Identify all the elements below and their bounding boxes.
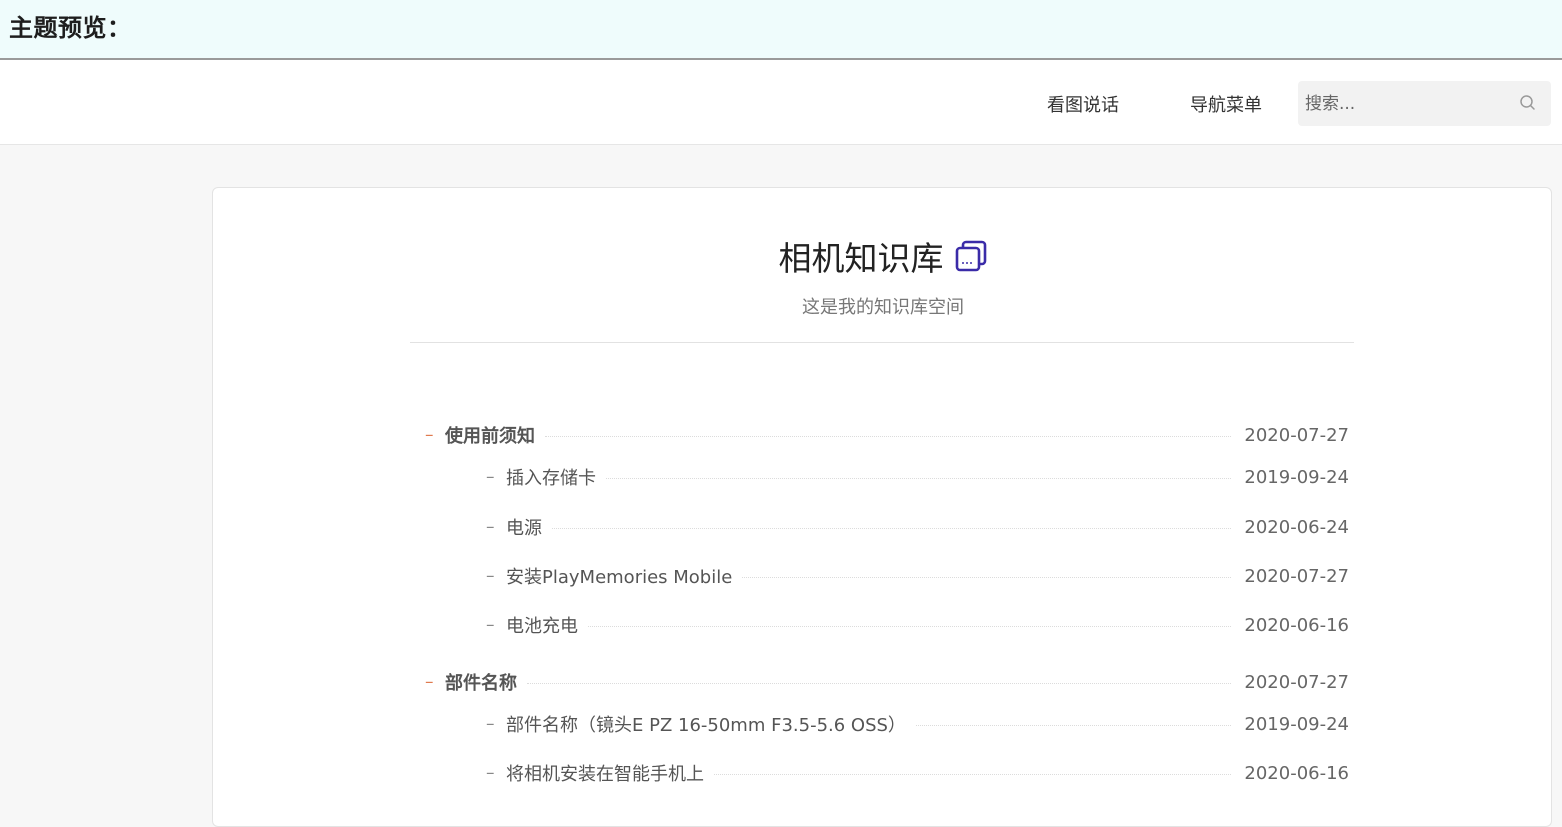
toc-item-date: 2019-09-24 [1244,466,1349,488]
search-input[interactable] [1298,81,1508,126]
toc-item[interactable]: – 插入存储卡 2019-09-24 [486,464,1349,490]
toc-item-date: 2019-09-24 [1244,713,1349,735]
toc-item-date: 2020-07-27 [1244,565,1349,587]
preview-title: 主题预览： [9,14,132,42]
toc-item[interactable]: – 部件名称（镜头E PZ 16-50mm F3.5-5.6 OSS） 2019-0… [486,711,1349,737]
toc-item[interactable]: – 将相机安装在智能手机上 2020-06-16 [486,760,1349,786]
toc-item-label[interactable]: 安装PlayMemories Mobile [506,563,742,589]
knowledge-base-card: 相机知识库 这是我的知识库空间 – 使用前须知 2020-07-27– 插入存储卡 20… [212,187,1552,827]
leader-line [588,625,1231,627]
kb-header: 相机知识库 [213,232,1553,280]
toc-item-label[interactable]: 使用前须知 [445,422,545,448]
toc-item-label[interactable]: 部件名称（镜头E PZ 16-50mm F3.5-5.6 OSS） [506,711,916,737]
kb-subtitle: 这是我的知识库空间 [802,297,964,318]
toc-item-date: 2020-07-27 [1244,671,1349,693]
leader-line [552,527,1231,529]
toc-section[interactable]: – 部件名称 2020-07-27 [425,669,1349,695]
preview-header: 主题预览： [0,0,1562,60]
toc-item-label[interactable]: 电源 [506,514,552,540]
dash-icon: – [486,714,495,734]
header-divider [410,342,1354,343]
toc-item[interactable]: – 电池充电 2020-06-16 [486,612,1349,638]
toc-item-date: 2020-06-16 [1244,614,1349,636]
toc-item-date: 2020-06-16 [1244,762,1349,784]
book-stack-icon [955,240,986,272]
toc-item-date: 2020-07-27 [1244,424,1349,446]
kb-title: 相机知识库 [778,239,944,278]
dash-icon: – [486,615,495,635]
toc-item[interactable]: – 安装PlayMemories Mobile 2020-07-27 [486,563,1349,589]
toc-item-label[interactable]: 部件名称 [445,669,527,695]
dash-icon: – [425,425,434,445]
leader-line [742,576,1231,578]
toc-item-date: 2020-06-24 [1244,516,1349,538]
dash-icon: – [425,672,434,692]
dash-icon: – [486,467,495,487]
leader-line [915,724,1231,726]
toc-section[interactable]: – 使用前须知 2020-07-27 [425,422,1349,448]
toc-item-label[interactable]: 插入存储卡 [506,464,606,490]
toc-item-label[interactable]: 将相机安装在智能手机上 [506,760,714,786]
toc-item-label[interactable]: 电池充电 [506,612,588,638]
dash-icon: – [486,566,495,586]
nav-link-menu[interactable]: 导航菜单 [1190,91,1262,117]
toc-item[interactable]: – 电源 2020-06-24 [486,514,1349,540]
nav-link-kantu[interactable]: 看图说话 [1047,91,1119,117]
leader-line [714,773,1231,775]
search-box [1298,81,1551,126]
leader-line [545,435,1231,437]
top-navbar: 看图说话 导航菜单 [0,60,1562,145]
search-icon[interactable] [1519,94,1537,112]
leader-line [606,477,1231,479]
leader-line [527,682,1231,684]
dash-icon: – [486,517,495,537]
dash-icon: – [486,763,495,783]
